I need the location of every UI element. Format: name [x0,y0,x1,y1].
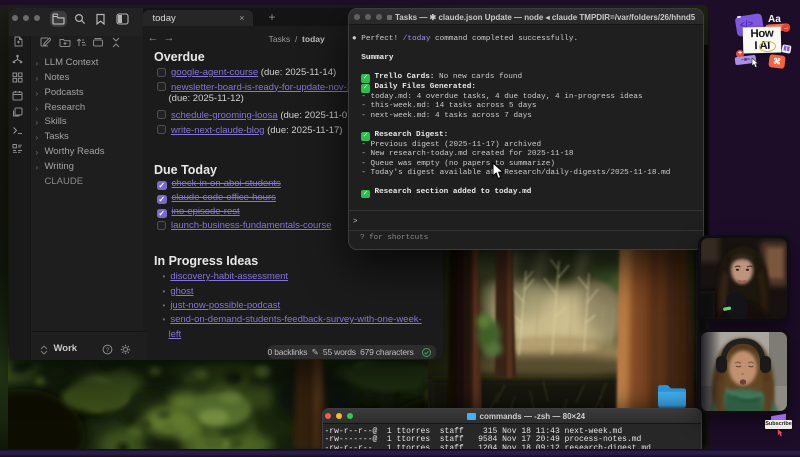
svg-text:?: ? [105,347,109,354]
